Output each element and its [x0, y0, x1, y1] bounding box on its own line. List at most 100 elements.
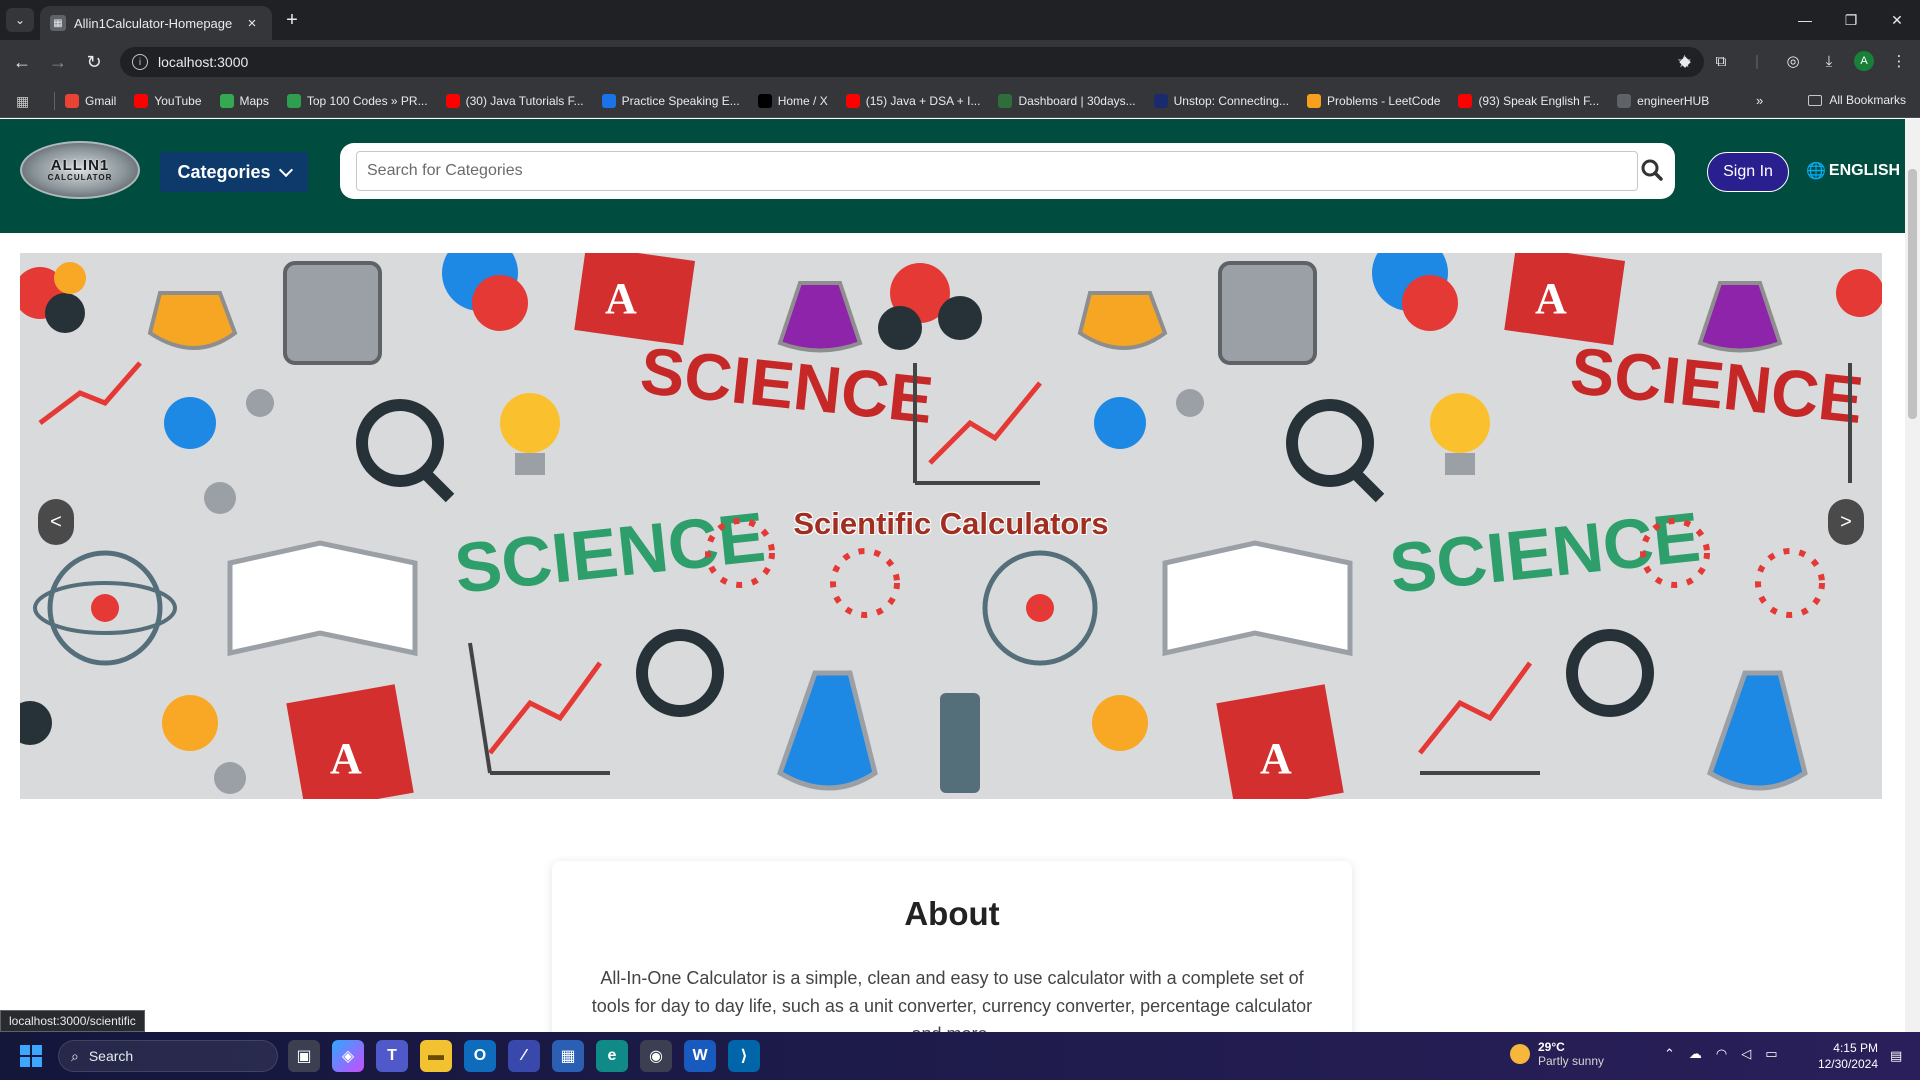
- bookmark-label: Gmail: [85, 94, 117, 108]
- bookmark-label: Unstop: Connecting...: [1173, 94, 1290, 108]
- site-icon: [998, 94, 1013, 108]
- chevron-down-icon: [278, 162, 293, 177]
- close-window-icon[interactable]: ✕: [1874, 0, 1920, 40]
- word-icon[interactable]: W: [684, 1040, 716, 1072]
- bookmark-item[interactable]: Problems - LeetCode: [1307, 94, 1440, 108]
- carousel-prev-button[interactable]: <: [38, 499, 74, 545]
- clock-date: 12/30/2024: [1817, 1057, 1878, 1071]
- search-input[interactable]: [356, 151, 1638, 191]
- task-view-icon[interactable]: ▣: [288, 1040, 320, 1072]
- bookmark-item[interactable]: Gmail: [65, 94, 116, 108]
- extension-icon[interactable]: ◆: [1674, 50, 1696, 72]
- letter-a: A: [605, 274, 637, 323]
- youtube-icon: [1458, 94, 1473, 108]
- notification-icon[interactable]: ▤: [1890, 1048, 1902, 1064]
- tab-title: Allin1Calculator-Homepage: [74, 15, 233, 31]
- restore-icon[interactable]: ❐: [1828, 0, 1874, 40]
- youtube-icon: [445, 94, 460, 108]
- weather-temp: 29°C: [1538, 1040, 1565, 1054]
- vscode-icon[interactable]: ⟩: [728, 1040, 760, 1072]
- bookmark-label: engineerHUB: [1637, 94, 1710, 108]
- language-selector[interactable]: 🌐 ENGLISH: [1806, 161, 1900, 181]
- volume-icon[interactable]: ◁: [1741, 1046, 1751, 1062]
- page-scrollbar[interactable]: [1905, 119, 1920, 1032]
- chevron-up-icon[interactable]: ⌃: [1664, 1046, 1675, 1062]
- scrollbar-thumb[interactable]: [1908, 169, 1917, 419]
- reload-icon[interactable]: ↻: [82, 50, 106, 74]
- close-tab-icon[interactable]: ×: [242, 15, 262, 32]
- minimize-icon[interactable]: —: [1782, 0, 1828, 40]
- bookmark-item[interactable]: Unstop: Connecting...: [1153, 94, 1290, 108]
- about-text: All-In-One Calculator is a simple, clean…: [591, 968, 1313, 1032]
- taskbar-search-label: Search: [88, 1048, 134, 1064]
- bookmark-item[interactable]: YouTube: [134, 94, 202, 108]
- unstop-icon: [1153, 94, 1168, 108]
- leetcode-icon: [1307, 94, 1322, 108]
- bookmark-label: Top 100 Codes » PR...: [306, 94, 428, 108]
- weather-widget[interactable]: 29°C Partly sunny: [1510, 1040, 1604, 1068]
- active-tab[interactable]: ▦ Allin1Calculator-Homepage ×: [40, 6, 272, 40]
- bookmark-item[interactable]: engineerHUB: [1617, 94, 1709, 108]
- site-icon: [1617, 94, 1632, 108]
- bookmark-item[interactable]: (93) Speak English F...: [1458, 94, 1599, 108]
- download-icon[interactable]: ⤓: [1818, 50, 1840, 72]
- sign-in-button[interactable]: Sign In: [1707, 152, 1789, 192]
- performance-icon[interactable]: ◎: [1782, 50, 1804, 72]
- bookmark-item[interactable]: (30) Java Tutorials F...: [445, 94, 584, 108]
- outlook-icon[interactable]: O: [464, 1040, 496, 1072]
- file-explorer-icon[interactable]: ▬: [420, 1040, 452, 1072]
- puzzle-icon[interactable]: ⧉: [1710, 50, 1732, 72]
- forward-icon[interactable]: →: [46, 50, 70, 74]
- teams-icon[interactable]: T: [376, 1040, 408, 1072]
- about-card: About All-In-One Calculator is a simple,…: [552, 861, 1352, 1032]
- separator: |: [1755, 52, 1759, 70]
- clock-time: 4:15 PM: [1833, 1041, 1878, 1055]
- site-logo[interactable]: ALLIN1 CALCULATOR: [20, 141, 140, 199]
- more-bookmarks-icon[interactable]: »: [1756, 93, 1763, 108]
- wifi-icon[interactable]: ◠: [1716, 1046, 1727, 1062]
- carousel-next-button[interactable]: >: [1828, 499, 1864, 545]
- all-bookmarks-button[interactable]: All Bookmarks: [1808, 93, 1906, 107]
- battery-icon[interactable]: ▭: [1765, 1046, 1777, 1062]
- status-bar-link: localhost:3000/scientific: [0, 1010, 145, 1032]
- gmail-icon: [65, 94, 79, 108]
- search-icon[interactable]: [1640, 158, 1664, 182]
- back-icon[interactable]: ←: [10, 50, 34, 74]
- folder-icon: [1808, 94, 1823, 106]
- clock[interactable]: 4:15 PM 12/30/2024: [1810, 1040, 1878, 1072]
- copilot-icon[interactable]: ◈: [332, 1040, 364, 1072]
- browser-toolbar: ← → ↻ i localhost:3000 ☆ ◆ ⧉ | ◎ ⤓ A ⋮: [0, 40, 1920, 85]
- app-icon[interactable]: ∕: [508, 1040, 540, 1072]
- weather-desc: Partly sunny: [1538, 1054, 1605, 1068]
- bookmark-item[interactable]: Dashboard | 30days...: [998, 94, 1136, 108]
- address-bar[interactable]: i localhost:3000 ☆: [120, 47, 1704, 77]
- partly-sunny-icon: [1510, 1044, 1530, 1064]
- bookmark-label: Problems - LeetCode: [1327, 94, 1441, 108]
- onedrive-icon[interactable]: ☁: [1689, 1046, 1702, 1062]
- slide-title[interactable]: Scientific Calculators: [20, 506, 1882, 542]
- about-title: About: [904, 895, 1000, 932]
- bookmark-item[interactable]: Maps: [219, 94, 269, 108]
- logo-subtext: CALCULATOR: [47, 172, 113, 182]
- store-icon[interactable]: ▦: [552, 1040, 584, 1072]
- chrome-icon[interactable]: ◉: [640, 1040, 672, 1072]
- bookmark-label: (15) Java + DSA + I...: [865, 94, 981, 108]
- apps-grid-icon[interactable]: ▦: [16, 93, 40, 110]
- taskbar-search-box[interactable]: ⌕ Search: [58, 1040, 278, 1072]
- edge-icon[interactable]: e: [596, 1040, 628, 1072]
- profile-avatar[interactable]: A: [1854, 51, 1874, 71]
- bookmark-item[interactable]: Practice Speaking E...: [601, 94, 740, 108]
- windows-start-icon[interactable]: [20, 1045, 42, 1067]
- bookmark-label: (93) Speak English F...: [1478, 94, 1600, 108]
- bookmark-label: (30) Java Tutorials F...: [465, 94, 584, 108]
- categories-button[interactable]: Categories: [160, 152, 308, 192]
- bookmark-item[interactable]: Home / X: [757, 94, 828, 108]
- site-info-icon[interactable]: i: [132, 54, 148, 70]
- youtube-icon: [845, 94, 860, 108]
- new-tab-button[interactable]: +: [280, 8, 304, 32]
- tab-search-button[interactable]: ⌄: [6, 8, 34, 32]
- bookmark-item[interactable]: (15) Java + DSA + I...: [845, 94, 981, 108]
- bookmark-label: Home / X: [777, 94, 828, 108]
- menu-icon[interactable]: ⋮: [1888, 50, 1910, 72]
- bookmark-item[interactable]: Top 100 Codes » PR...: [286, 94, 428, 108]
